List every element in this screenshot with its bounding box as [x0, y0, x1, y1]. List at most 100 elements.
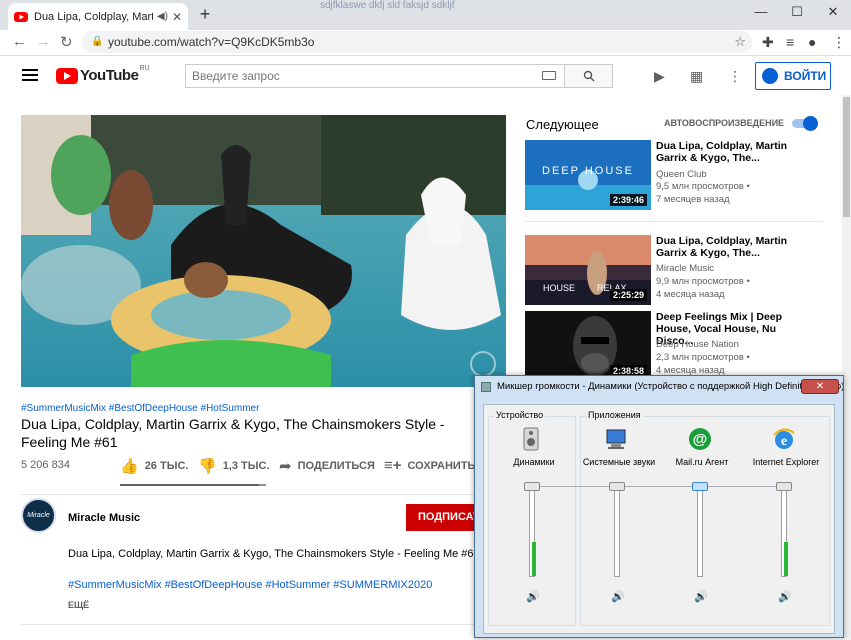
- channel-label: Системные звуки: [582, 457, 656, 467]
- device-group-label: Устройство: [494, 410, 546, 420]
- volume-slider-thumb[interactable]: [609, 482, 625, 491]
- address-url: youtube.com/watch?v=Q9KcDK5mb3o: [108, 35, 315, 49]
- keyboard-icon[interactable]: [542, 71, 556, 80]
- browser-toolbar: ← → ↻ 🔒 youtube.com/watch?v=Q9KcDK5mb3o …: [0, 30, 851, 56]
- volume-slider-thumb[interactable]: [524, 482, 540, 491]
- apps-grid-icon[interactable]: ▦: [690, 68, 703, 85]
- bookmark-star-icon[interactable]: ☆: [734, 31, 746, 53]
- recommended-video[interactable]: DEEP HOUSE 2:39:46 Dua Lipa, Coldplay, M…: [525, 140, 825, 210]
- dislike-button[interactable]: 👎 1,3 ТЫС.: [198, 457, 270, 475]
- channel-label: Динамики: [513, 457, 555, 467]
- minimize-icon[interactable]: —: [743, 0, 779, 26]
- tab-audio-icon[interactable]: ◀): [157, 11, 168, 22]
- recommended-title[interactable]: Dua Lipa, Coldplay, Martin Garrix & Kygo…: [656, 140, 816, 164]
- divider: [525, 221, 822, 222]
- video-player[interactable]: [21, 115, 506, 387]
- browser-tab-strip: Dua Lipa, Coldplay, Martin G ◀) ✕ + sdjf…: [0, 0, 851, 30]
- volume-mixer-window[interactable]: Микшер громкости - Динамики (Устройство …: [474, 375, 844, 638]
- slider-link-line: [530, 486, 790, 487]
- mixer-close-button[interactable]: ✕: [801, 379, 839, 394]
- channel-avatar[interactable]: Miracle: [21, 498, 56, 533]
- window-close-icon[interactable]: ✕: [815, 0, 851, 26]
- volume-slider-track[interactable]: [697, 485, 703, 577]
- mixer-title: Микшер громкости - Динамики (Устройство …: [497, 381, 843, 392]
- share-label: ПОДЕЛИТЬСЯ: [297, 460, 375, 472]
- channel-name[interactable]: Miracle Music: [68, 512, 140, 524]
- divider: [21, 494, 501, 495]
- logo-region: RU: [139, 65, 150, 72]
- chrome-menu-icon[interactable]: ⋮: [832, 34, 846, 51]
- volume-slider-track[interactable]: [614, 485, 620, 577]
- like-button[interactable]: 👍 26 ТЫС.: [120, 457, 188, 475]
- autoplay-label: АВТОВОСПРОИЗВЕДЕНИЕ: [664, 118, 785, 128]
- recommended-channel[interactable]: Deep House Nation: [656, 339, 739, 350]
- volume-slider-thumb[interactable]: [692, 482, 708, 491]
- speaker-icon[interactable]: [520, 427, 544, 451]
- like-ratio-fill: [120, 484, 259, 486]
- youtube-logo[interactable]: YouTube RU: [56, 65, 150, 84]
- browser-tab[interactable]: Dua Lipa, Coldplay, Martin G ◀) ✕: [8, 3, 188, 30]
- signin-label: ВОЙТИ: [784, 69, 827, 83]
- youtube-favicon-icon: [14, 11, 28, 22]
- maximize-icon[interactable]: ☐: [779, 0, 815, 26]
- search-icon: [583, 70, 594, 82]
- show-more-button[interactable]: ЕЩЁ: [68, 600, 89, 610]
- tab-close-icon[interactable]: ✕: [172, 10, 182, 24]
- signin-button[interactable]: ВОЙТИ: [755, 62, 831, 90]
- recommended-views: 2,3 млн просмотров •: [656, 352, 750, 363]
- video-thumbnail[interactable]: DEEP HOUSE 2:39:46: [525, 140, 651, 210]
- media-controls-icon[interactable]: ≡: [786, 34, 794, 50]
- recommended-channel[interactable]: Miracle Music: [656, 263, 714, 274]
- scrollbar-thumb[interactable]: [843, 97, 850, 217]
- menu-icon[interactable]: [22, 69, 38, 84]
- thumbs-down-icon: 👎: [198, 458, 217, 475]
- address-bar[interactable]: 🔒 youtube.com/watch?v=Q9KcDK5mb3o ☆: [82, 31, 752, 53]
- profile-icon[interactable]: ●: [808, 34, 816, 50]
- mixer-panel: Устройство Приложения Динамики 🔊 Системн…: [483, 404, 835, 634]
- mixer-titlebar[interactable]: Микшер громкости - Динамики (Устройство …: [475, 376, 843, 398]
- mute-speaker-icon[interactable]: 🔊: [526, 590, 540, 603]
- logo-wordmark: YouTube: [80, 67, 139, 84]
- autoplay-toggle[interactable]: [792, 116, 818, 131]
- channel-label: Internet Explorer: [752, 457, 820, 467]
- video-thumbnail[interactable]: 2:38:58: [525, 311, 651, 381]
- mixer-app-icon: [481, 382, 491, 392]
- recommended-video[interactable]: 2:38:58 Deep Feelings Mix | Deep House, …: [525, 311, 825, 381]
- mailru-agent-icon[interactable]: @: [688, 427, 712, 451]
- video-hashtags[interactable]: #SummerMusicMix #BestOfDeepHouse #HotSum…: [21, 403, 259, 414]
- forward-icon[interactable]: →: [36, 33, 51, 50]
- search-button[interactable]: [565, 64, 613, 88]
- video-duration: 2:25:29: [609, 289, 647, 301]
- volume-slider-thumb[interactable]: [776, 482, 792, 491]
- view-count: 5 206 834: [21, 459, 70, 471]
- dislike-count: 1,3 ТЫС.: [222, 460, 270, 472]
- reload-icon[interactable]: ↻: [60, 33, 73, 51]
- internet-explorer-icon[interactable]: e: [772, 427, 796, 451]
- recommended-age: 4 месяца назад: [656, 289, 725, 300]
- thumbs-up-icon: 👍: [120, 458, 139, 475]
- save-button[interactable]: ≡+ СОХРАНИТЬ: [384, 457, 475, 474]
- settings-more-icon[interactable]: ⋮: [728, 68, 742, 85]
- new-tab-button[interactable]: +: [196, 5, 214, 24]
- extensions-icon[interactable]: ✚: [762, 34, 774, 51]
- create-video-icon[interactable]: ▶: [654, 68, 665, 85]
- channel-watermark-icon[interactable]: [470, 351, 496, 377]
- back-icon[interactable]: ←: [12, 33, 27, 50]
- share-icon: ➦: [279, 458, 292, 475]
- share-button[interactable]: ➦ ПОДЕЛИТЬСЯ: [279, 457, 375, 475]
- like-count: 26 ТЫС.: [144, 460, 189, 472]
- description-hashtags[interactable]: #SummerMusicMix #BestOfDeepHouse #HotSum…: [68, 579, 432, 591]
- mute-speaker-icon[interactable]: 🔊: [778, 590, 792, 603]
- mute-speaker-icon[interactable]: 🔊: [694, 590, 708, 603]
- mute-speaker-icon[interactable]: 🔊: [611, 590, 625, 603]
- video-thumbnail[interactable]: HOUSE RELAX 2:25:29: [525, 235, 651, 305]
- applications-group-label: Приложения: [586, 410, 643, 420]
- recommended-title[interactable]: Dua Lipa, Coldplay, Martin Garrix & Kygo…: [656, 235, 816, 259]
- recommended-channel[interactable]: Queen Club: [656, 169, 707, 180]
- recommended-video[interactable]: HOUSE RELAX 2:25:29 Dua Lipa, Coldplay, …: [525, 235, 825, 305]
- divider: [21, 624, 501, 625]
- thumbnail-text: HOUSE: [543, 283, 575, 293]
- thumbnail-text: DEEP HOUSE: [542, 165, 634, 177]
- search-input[interactable]: Введите запрос: [185, 64, 565, 88]
- system-sounds-icon[interactable]: [605, 427, 629, 451]
